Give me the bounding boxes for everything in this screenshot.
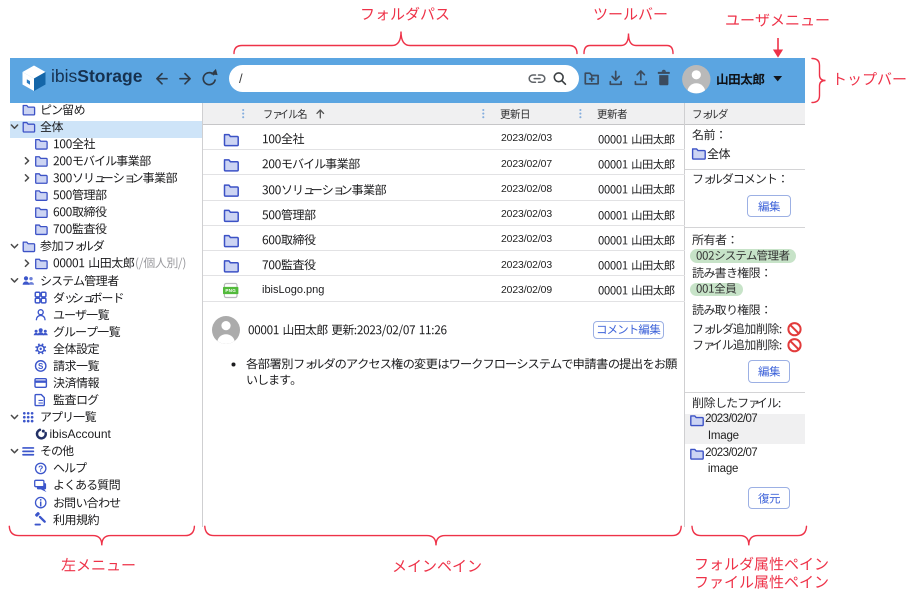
svg-text:PNG: PNG: [225, 288, 236, 293]
svg-text:S: S: [38, 362, 44, 371]
svg-text:?: ?: [38, 463, 43, 473]
